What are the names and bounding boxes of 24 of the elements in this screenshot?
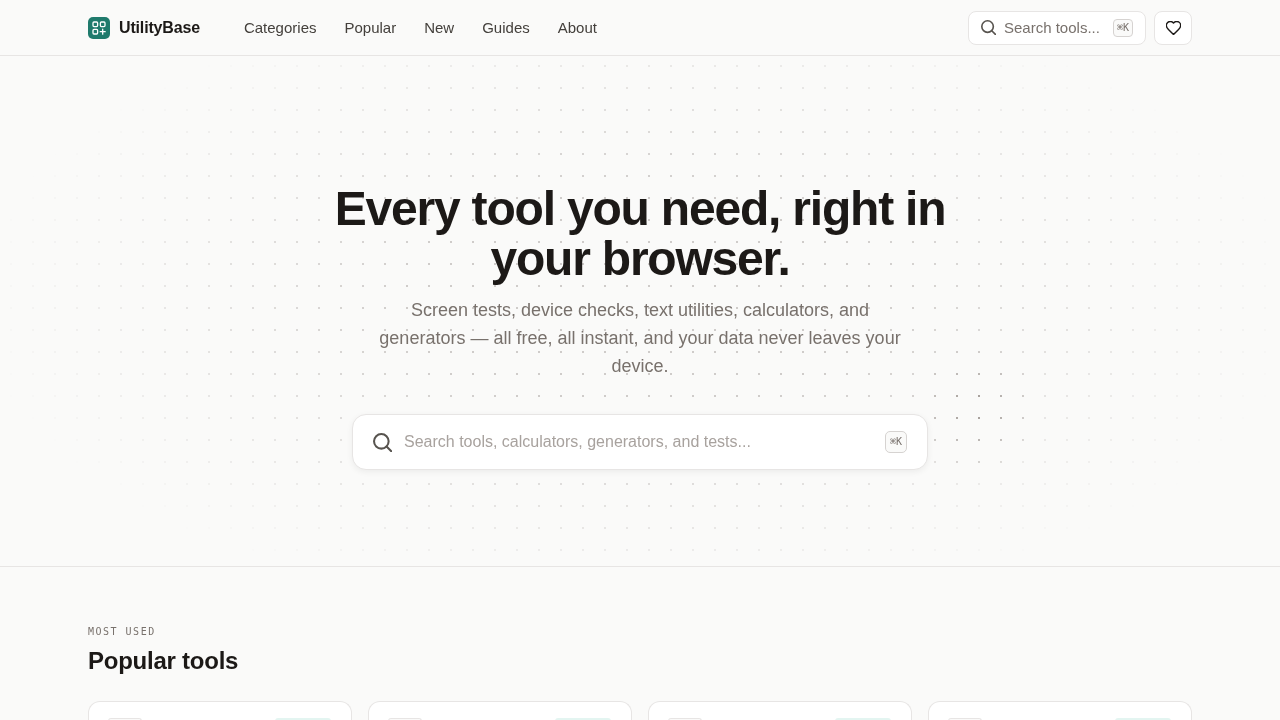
search-field[interactable]: Search tools, calculators, generators, and tests... [404, 433, 873, 451]
tool-card[interactable] [88, 701, 352, 720]
tool-card[interactable] [928, 701, 1192, 720]
search-icon [373, 432, 392, 452]
hero-subtitle: Screen tests, device checks, text utilities, calculators, and generators — all free, all instant, and your data never leaves your device. [378, 299, 902, 378]
tool-card[interactable] [648, 701, 912, 720]
heart-icon [1165, 20, 1181, 35]
nav-link[interactable]: New [424, 19, 455, 36]
nav-link[interactable]: Guides [482, 19, 530, 36]
shortcut-key: ⌘K [1112, 18, 1133, 37]
search-bar[interactable]: Search tools, calculators, generators, and tests... ⌘K [352, 414, 928, 470]
nav-link[interactable]: About [557, 19, 597, 36]
section-eyebrow: MOST USED [88, 625, 157, 639]
nav-link[interactable]: Popular [344, 19, 397, 36]
favorites-button[interactable] [1154, 10, 1192, 45]
search-button[interactable]: Search tools... ⌘K [968, 10, 1146, 45]
brand-name[interactable]: UtilityBase [119, 18, 200, 37]
search-icon [981, 20, 996, 35]
tool-card[interactable] [368, 701, 632, 720]
hero-title: Every tool you need, right in your browser. [333, 184, 947, 284]
nav-link[interactable]: Categories [243, 19, 317, 36]
shortcut-key: ⌘K [884, 431, 907, 453]
logo-icon[interactable] [88, 16, 110, 39]
section-title: Popular tools [88, 646, 240, 676]
